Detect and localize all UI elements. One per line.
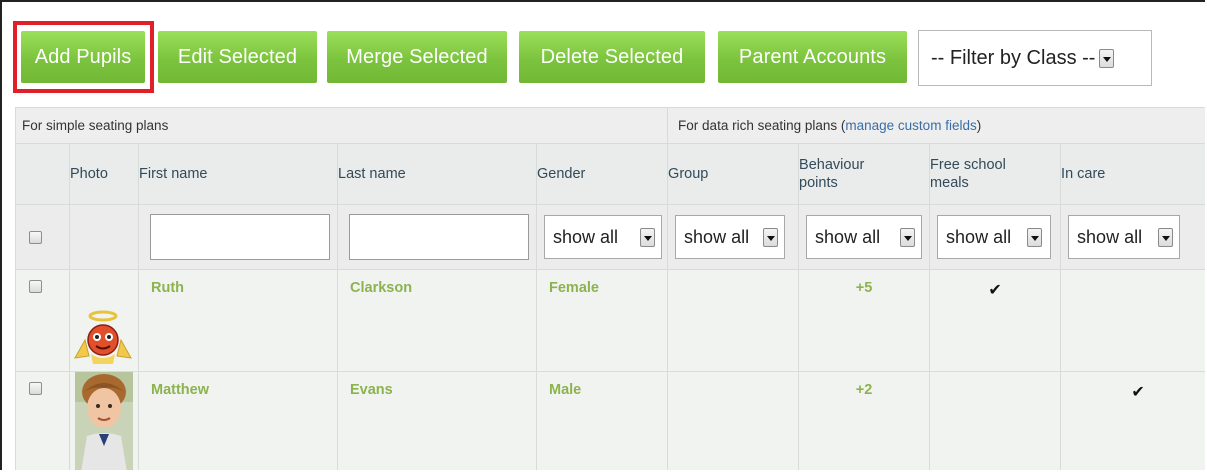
first-name-cell[interactable]: Matthew <box>138 371 338 470</box>
behaviour-filter-cell: show all <box>798 204 931 270</box>
chevron-down-icon[interactable] <box>1099 49 1114 68</box>
section-rich-label: For data rich seating plans (manage cust… <box>667 107 1205 144</box>
chevron-down-icon[interactable] <box>1158 228 1174 247</box>
header-group[interactable]: Group <box>667 143 800 205</box>
section-rich-prefix: For data rich seating plans ( <box>678 118 846 133</box>
last-name-filter-cell <box>337 204 537 270</box>
manage-custom-fields-link[interactable]: manage custom fields <box>845 118 976 133</box>
group-filter-cell: show all <box>667 204 800 270</box>
table-row[interactable]: Matthew Evans Male +2 ✔ <box>15 371 1205 470</box>
section-simple-text: For simple seating plans <box>22 118 169 133</box>
first-name-filter-input[interactable] <box>150 214 330 260</box>
last-name-filter-input[interactable] <box>349 214 529 260</box>
header-behaviour-points[interactable]: Behaviour points <box>798 143 931 205</box>
section-rich-suffix: ) <box>976 118 982 133</box>
check-icon: ✔ <box>988 282 1002 299</box>
header-gender[interactable]: Gender <box>535 143 669 205</box>
fsm-filter-cell: show all <box>929 204 1062 270</box>
in-care-cell[interactable] <box>1060 269 1205 372</box>
free-school-meals-cell[interactable] <box>929 371 1062 470</box>
gender-cell[interactable]: Female <box>535 269 669 372</box>
gender-cell[interactable]: Male <box>535 371 669 470</box>
delete-selected-button[interactable]: Delete Selected <box>519 31 705 83</box>
behaviour-points-cell[interactable]: +5 <box>798 269 931 372</box>
header-free-school-meals[interactable]: Free school meals <box>929 143 1062 205</box>
column-header-row: Photo First name Last name Gender Group … <box>15 143 1205 205</box>
section-simple-label: For simple seating plans <box>14 107 669 144</box>
toolbar: Add Pupils Edit Selected Merge Selected … <box>13 21 1203 96</box>
header-last-name[interactable]: Last name <box>337 143 537 205</box>
check-icon: ✔ <box>1131 384 1145 401</box>
add-pupils-button[interactable]: Add Pupils <box>21 31 145 83</box>
in-care-filter-cell: show all <box>1060 204 1205 270</box>
select-all-checkbox[interactable] <box>29 230 42 244</box>
free-school-meals-cell[interactable]: ✔ <box>929 269 1062 372</box>
in-care-cell[interactable]: ✔ <box>1060 371 1205 470</box>
app-frame: Add Pupils Edit Selected Merge Selected … <box>0 0 1205 470</box>
chevron-down-icon[interactable] <box>640 228 655 247</box>
gender-filter-cell: show all <box>535 204 669 270</box>
chevron-down-icon[interactable] <box>900 228 916 247</box>
header-select <box>15 143 70 205</box>
row-select-cell <box>15 269 70 372</box>
last-name-cell[interactable]: Clarkson <box>337 269 537 372</box>
table-row[interactable]: Ruth Clarkson Female +5 ✔ <box>15 269 1205 372</box>
pupils-table: For simple seating plans For data rich s… <box>14 107 1205 470</box>
photo-filter-cell <box>69 204 139 270</box>
behaviour-points-cell[interactable]: +2 <box>798 371 931 470</box>
in-care-filter-select[interactable]: show all <box>1068 215 1181 259</box>
group-cell[interactable] <box>667 371 800 470</box>
merge-selected-button[interactable]: Merge Selected <box>327 31 507 83</box>
class-filter-value: -- Filter by Class -- <box>931 47 1096 69</box>
group-filter-value: show all <box>684 227 750 247</box>
angel-avatar-icon[interactable] <box>73 308 133 370</box>
fsm-filter-value: show all <box>946 227 1012 247</box>
first-name-cell[interactable]: Ruth <box>138 269 338 372</box>
photo-cell <box>69 269 139 372</box>
first-name-filter-cell <box>138 204 338 270</box>
gender-filter-value: show all <box>553 227 619 247</box>
in-care-filter-value: show all <box>1077 227 1143 247</box>
pupil-photo-icon[interactable] <box>75 372 133 470</box>
section-header-row: For simple seating plans For data rich s… <box>14 107 1205 144</box>
behaviour-filter-value: show all <box>815 227 881 247</box>
class-filter-select[interactable]: -- Filter by Class -- <box>918 30 1152 86</box>
header-first-name[interactable]: First name <box>138 143 338 205</box>
photo-cell <box>69 371 139 470</box>
last-name-cell[interactable]: Evans <box>337 371 537 470</box>
fsm-filter-select[interactable]: show all <box>937 215 1052 259</box>
edit-selected-button[interactable]: Edit Selected <box>158 31 317 83</box>
select-all-cell <box>15 204 70 270</box>
gender-filter-select[interactable]: show all <box>544 215 662 259</box>
filter-row: show all show all show all show all show… <box>15 204 1205 270</box>
group-filter-select[interactable]: show all <box>675 215 786 259</box>
row-checkbox[interactable] <box>29 280 42 293</box>
row-checkbox[interactable] <box>29 382 42 395</box>
behaviour-filter-select[interactable]: show all <box>806 215 923 259</box>
group-cell[interactable] <box>667 269 800 372</box>
header-photo[interactable]: Photo <box>69 143 139 205</box>
row-select-cell <box>15 371 70 470</box>
chevron-down-icon[interactable] <box>763 228 779 247</box>
parent-accounts-button[interactable]: Parent Accounts <box>718 31 907 83</box>
chevron-down-icon[interactable] <box>1027 228 1043 247</box>
header-in-care[interactable]: In care <box>1060 143 1205 205</box>
